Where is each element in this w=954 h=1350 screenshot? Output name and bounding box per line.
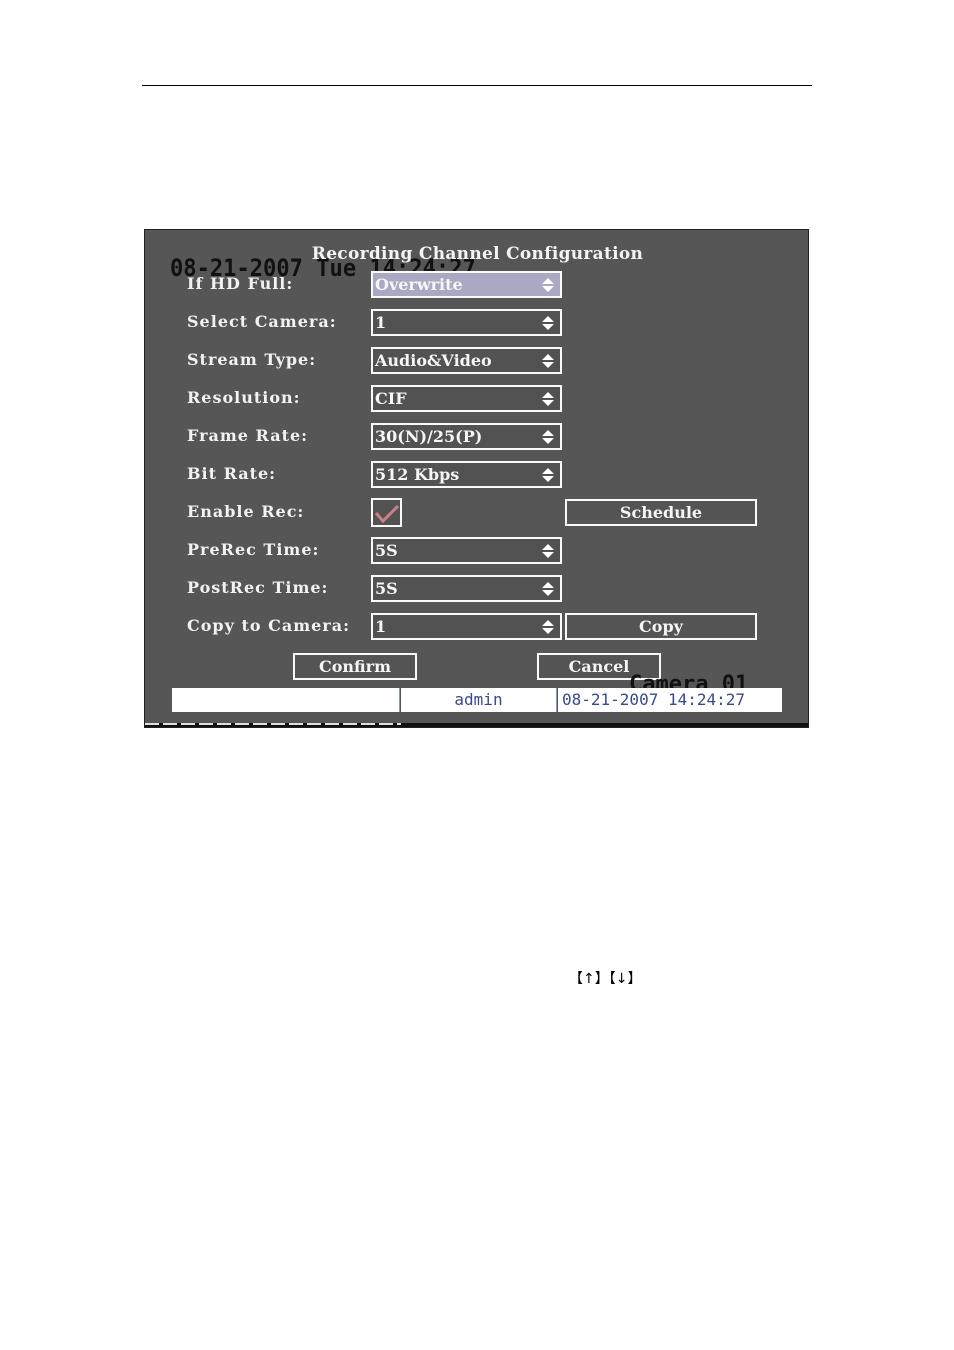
up-down-arrows-icon[interactable]	[541, 619, 555, 635]
field-label: PostRec Time:	[187, 578, 329, 597]
up-down-arrows-icon[interactable]	[541, 353, 555, 369]
select-value: Audio&Video	[375, 351, 492, 370]
screen-bottom-strip	[145, 723, 808, 727]
select-value: Overwrite	[375, 275, 463, 294]
select-value: 30(N)/25(P)	[375, 427, 483, 446]
field-label: Resolution:	[187, 388, 301, 407]
prerec-time-select[interactable]: 5S	[371, 537, 562, 564]
copy-to-camera-select[interactable]: 1	[371, 613, 562, 640]
status-user: admin	[401, 688, 557, 712]
dialog-title: Recording Channel Configuration	[311, 244, 644, 264]
status-bar: admin 08-21-2007 14:24:27	[172, 688, 782, 712]
field-label: Frame Rate:	[187, 426, 309, 445]
up-down-arrows-icon[interactable]	[541, 391, 555, 407]
dvr-screen: 08-21-2007 Tue 14:24:27 Recording Channe…	[144, 229, 809, 728]
checkmark-icon	[374, 504, 400, 524]
copy-button[interactable]: Copy	[565, 613, 757, 640]
select-value: 512 Kbps	[375, 465, 460, 484]
field-label: If HD Full:	[187, 274, 294, 293]
field-label: Bit Rate:	[187, 464, 277, 483]
field-copy-to-camera: Copy to Camera: 1 Copy	[187, 613, 767, 640]
header-rule	[142, 85, 812, 86]
field-label: PreRec Time:	[187, 540, 320, 559]
up-down-arrows-icon[interactable]	[541, 467, 555, 483]
up-down-arrows-icon[interactable]	[541, 581, 555, 597]
stream-type-select[interactable]: Audio&Video	[371, 347, 562, 374]
resolution-select[interactable]: CIF	[371, 385, 562, 412]
up-down-arrows-icon[interactable]	[541, 429, 555, 445]
frame-rate-select[interactable]: 30(N)/25(P)	[371, 423, 562, 450]
status-datetime: 08-21-2007 14:24:27	[558, 688, 782, 712]
enable-rec-checkbox[interactable]	[371, 498, 402, 527]
field-label: Enable Rec:	[187, 502, 305, 521]
schedule-button[interactable]: Schedule	[565, 499, 757, 526]
up-down-arrows-icon[interactable]	[541, 277, 555, 293]
select-value: 1	[375, 617, 387, 636]
status-message	[172, 688, 400, 712]
field-enable-rec: Enable Rec: Schedule	[187, 498, 767, 527]
up-down-arrows-icon[interactable]	[541, 543, 555, 559]
bit-rate-select[interactable]: 512 Kbps	[371, 461, 562, 488]
up-down-arrows-icon[interactable]	[541, 315, 555, 331]
if-hd-full-select[interactable]: Overwrite	[371, 271, 562, 298]
field-label: Stream Type:	[187, 350, 317, 369]
field-label: Copy to Camera:	[187, 616, 351, 635]
select-value: 1	[375, 313, 387, 332]
field-label: Select Camera:	[187, 312, 337, 331]
select-value: CIF	[375, 389, 407, 408]
strip-dashes	[145, 723, 401, 725]
select-value: 5S	[375, 579, 398, 598]
postrec-time-select[interactable]: 5S	[371, 575, 562, 602]
select-value: 5S	[375, 541, 398, 560]
arrow-key-hint: 【↑】【↓】	[569, 971, 642, 987]
select-camera-select[interactable]: 1	[371, 309, 562, 336]
confirm-button[interactable]: Confirm	[293, 653, 417, 680]
